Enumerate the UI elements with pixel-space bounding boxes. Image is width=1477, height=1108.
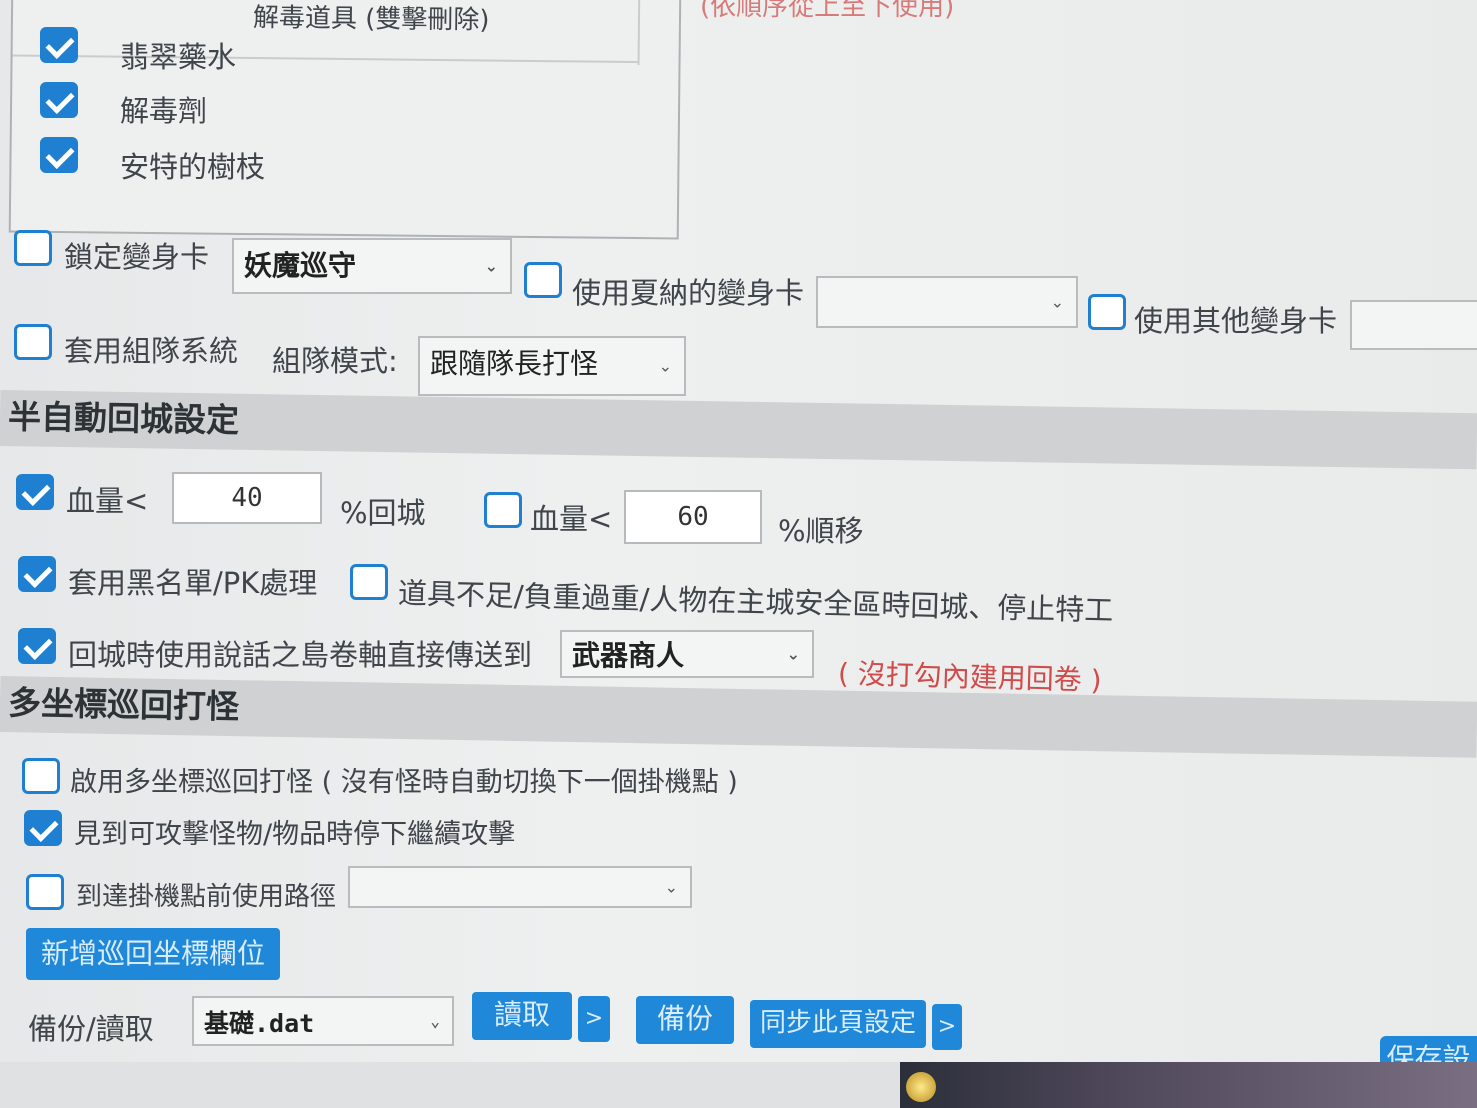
patrol-enable-label: 啟用多坐標巡回打怪 ( 沒有怪時自動切換下一個掛機點 ) bbox=[70, 767, 738, 798]
chevron-down-icon: ⌄ bbox=[786, 644, 800, 664]
stop-attack-label: 見到可攻擊怪物/物品時停下繼續攻擊 bbox=[74, 819, 516, 850]
antidote-list-title: 解毒道具 (雙擊刪除) bbox=[252, 3, 490, 36]
other-transform-checkbox[interactable] bbox=[1088, 294, 1126, 330]
shortage-return-checkbox[interactable] bbox=[350, 564, 388, 600]
stop-attack-checkbox[interactable] bbox=[24, 810, 62, 846]
read-button[interactable]: 讀取 bbox=[472, 992, 572, 1040]
antidote-item-3-checkbox[interactable] bbox=[40, 137, 78, 173]
hp-teleport-checkbox[interactable] bbox=[484, 492, 522, 528]
path-select[interactable]: ⌄ bbox=[348, 866, 692, 908]
hp-return-checkbox[interactable] bbox=[16, 474, 54, 510]
hp-teleport-suffix: %順移 bbox=[778, 514, 864, 548]
lock-transform-label: 鎖定變身卡 bbox=[64, 240, 210, 274]
chevron-down-icon: ⌄ bbox=[1050, 292, 1064, 312]
antidote-item-1-label: 翡翠藥水 bbox=[120, 40, 237, 74]
party-mode-label: 組隊模式: bbox=[272, 344, 398, 378]
patrol-title: 多坐標巡回打怪 bbox=[7, 683, 240, 727]
backup-file-value: 基礎.dat bbox=[204, 1009, 315, 1038]
other-transform-select[interactable] bbox=[1350, 300, 1477, 350]
party-system-label: 套用組隊系統 bbox=[64, 334, 239, 368]
shana-transform-checkbox[interactable] bbox=[524, 262, 562, 298]
sync-more-button[interactable]: > bbox=[932, 1004, 962, 1050]
top-partial-note: (依順序從上至下使用) bbox=[700, 0, 955, 22]
use-path-label: 到達掛機點前使用路徑 bbox=[76, 882, 337, 912]
use-path-checkbox[interactable] bbox=[26, 874, 64, 910]
hp-return-label: 血量< bbox=[66, 484, 149, 518]
game-window-left-edge bbox=[0, 1062, 900, 1108]
semi-auto-section-header: 半自動回城設定 bbox=[0, 390, 1477, 470]
chevron-down-icon: ⌄ bbox=[484, 256, 498, 276]
lock-transform-select[interactable]: 妖魔巡守 ⌄ bbox=[232, 238, 512, 294]
semi-auto-title: 半自動回城設定 bbox=[7, 397, 240, 440]
antidote-list-scrollbar[interactable] bbox=[637, 0, 641, 66]
antidote-list-header-line bbox=[12, 54, 638, 64]
lock-transform-value: 妖魔巡守 bbox=[244, 249, 357, 282]
party-mode-value: 跟隨隊長打怪 bbox=[430, 347, 599, 380]
hp-teleport-input[interactable]: 60 bbox=[624, 490, 762, 544]
hp-teleport-label: 血量< bbox=[530, 502, 613, 536]
backup-label: 備份/讀取 bbox=[28, 1012, 154, 1046]
antidote-item-2-label: 解毒劑 bbox=[120, 94, 208, 128]
hp-return-input[interactable]: 40 bbox=[172, 472, 322, 524]
patrol-enable-checkbox[interactable] bbox=[22, 758, 60, 794]
scroll-destination-value: 武器商人 bbox=[572, 639, 685, 672]
add-patrol-coordinate-button[interactable]: 新增巡回坐標欄位 bbox=[26, 928, 280, 980]
read-more-button[interactable]: > bbox=[578, 996, 610, 1042]
chevron-down-icon: ⌄ bbox=[664, 877, 678, 897]
shana-transform-label: 使用夏納的變身卡 bbox=[572, 276, 805, 310]
sync-page-settings-button[interactable]: 同步此頁設定 bbox=[750, 1000, 926, 1048]
scroll-destination-select[interactable]: 武器商人 ⌄ bbox=[560, 630, 814, 678]
antidote-item-2-checkbox[interactable] bbox=[40, 82, 78, 118]
backup-file-select[interactable]: 基礎.dat ⌄ bbox=[192, 996, 454, 1046]
party-system-checkbox[interactable] bbox=[14, 324, 52, 360]
game-sun-icon bbox=[906, 1072, 936, 1102]
antidote-item-3-label: 安特的樹枝 bbox=[120, 150, 266, 184]
antidote-list-box[interactable]: 解毒道具 (雙擊刪除) bbox=[8, 0, 682, 240]
chevron-down-icon: ⌄ bbox=[430, 1011, 440, 1031]
chevron-down-icon: ⌄ bbox=[658, 356, 672, 376]
hp-return-suffix: %回城 bbox=[340, 496, 426, 530]
blacklist-label: 套用黑名單/PK處理 bbox=[68, 566, 318, 600]
lock-transform-checkbox[interactable] bbox=[14, 230, 52, 266]
game-window-strip bbox=[900, 1062, 1477, 1108]
patrol-section-header: 多坐標巡回打怪 bbox=[0, 676, 1477, 758]
blacklist-checkbox[interactable] bbox=[18, 556, 56, 592]
party-mode-select[interactable]: 跟隨隊長打怪 ⌄ bbox=[418, 336, 686, 396]
backup-button[interactable]: 備份 bbox=[636, 996, 734, 1044]
scroll-teleport-checkbox[interactable] bbox=[18, 628, 56, 664]
shana-transform-select[interactable]: ⌄ bbox=[816, 276, 1078, 328]
other-transform-label: 使用其他變身卡 bbox=[1134, 304, 1338, 338]
antidote-item-1-checkbox[interactable] bbox=[40, 27, 78, 63]
shortage-return-label: 道具不足/負重過重/人物在主城安全區時回城、停止特工 bbox=[397, 576, 1114, 628]
scroll-teleport-label: 回城時使用說話之島卷軸直接傳送到 bbox=[68, 638, 533, 672]
